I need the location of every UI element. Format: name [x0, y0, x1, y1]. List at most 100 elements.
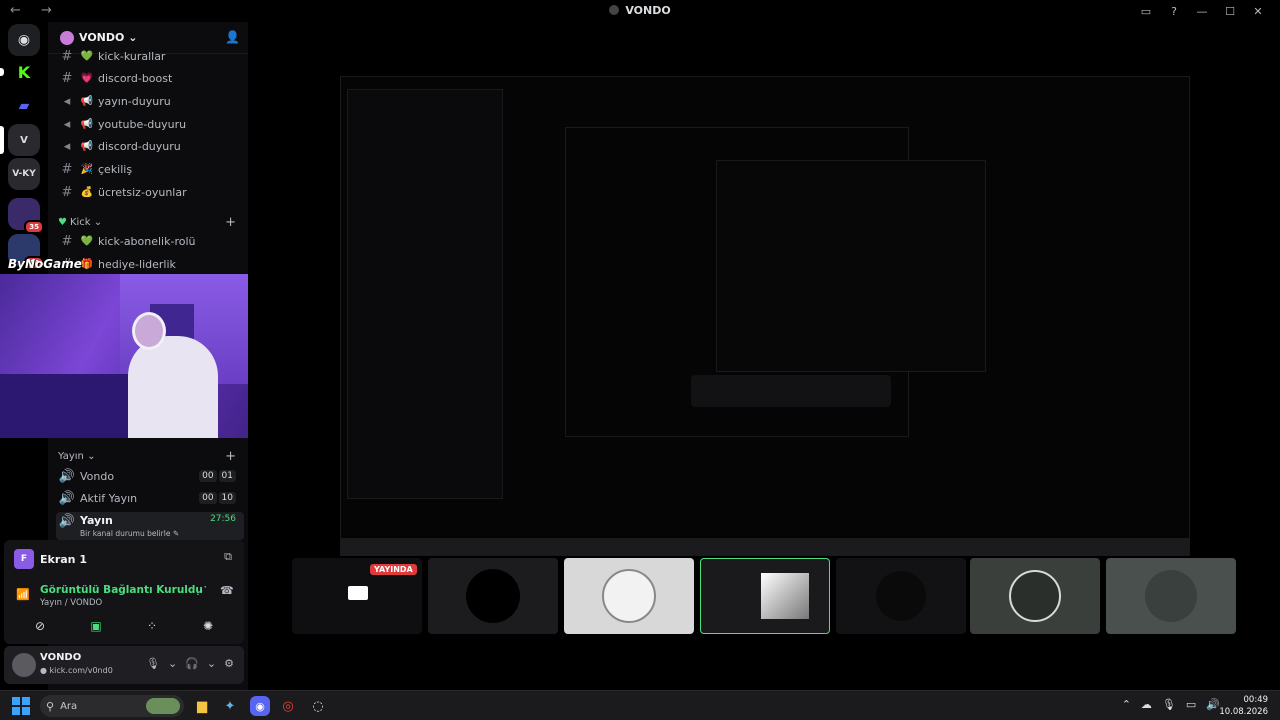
server-kick-icon[interactable]: K: [8, 56, 40, 88]
taskbar: ⚲ Ara ▆ ✦ ◉ ◎ ◌ ⌃ ☁ 🎙 ▭ 🔊 00:49 10.08.20…: [0, 690, 1280, 720]
server-vky-icon[interactable]: V-KY: [8, 158, 40, 190]
cloud-icon[interactable]: ☁: [1141, 698, 1152, 711]
camera-off-icon[interactable]: ⊘: [20, 616, 60, 636]
add-channel-icon[interactable]: +: [225, 215, 236, 230]
stream-tile[interactable]: [1106, 558, 1236, 634]
live-timer: 27:56: [210, 514, 236, 524]
stream-tile[interactable]: [428, 558, 558, 634]
microphone-icon[interactable]: 🎙: [146, 657, 160, 670]
soundboard-icon[interactable]: ✺: [188, 616, 228, 636]
voice-channel[interactable]: 🔊 Aktif Yayın 00 10: [56, 488, 244, 508]
disconnect-icon[interactable]: ☎: [220, 584, 234, 597]
nested-window-3: [716, 160, 986, 372]
user-panel: VONDO ● kick.com/v0nd0 🎙 ⌄ 🎧 ⌄ ⚙: [4, 646, 244, 684]
channel-item[interactable]: # 🎁 hediye-liderlik: [56, 254, 244, 274]
screen-share-icon[interactable]: ▣: [76, 616, 116, 636]
clock[interactable]: 00:49 10.08.2026: [1219, 694, 1268, 718]
channel-item[interactable]: # 🎉 çekiliş: [56, 159, 244, 179]
noise-icon[interactable]: ⋰: [196, 584, 207, 597]
rtc-panel: F Ekran 1 ⧉ 📶 Görüntülü Bağlantı Kuruldu …: [4, 540, 244, 644]
clock-time: 00:49: [1243, 695, 1269, 705]
username: VONDO: [40, 652, 82, 663]
avatar: [876, 571, 926, 621]
volume-icon[interactable]: 🔊: [1206, 698, 1220, 711]
chevron-down-icon[interactable]: ⌄: [207, 657, 216, 670]
hash-icon: #: [61, 161, 73, 177]
stream-tile[interactable]: [564, 558, 694, 634]
windows-start-icon[interactable]: [12, 697, 30, 715]
stream-view[interactable]: YAYINDA: [248, 22, 1280, 690]
stream-tile[interactable]: [836, 558, 966, 634]
stream-tile[interactable]: [970, 558, 1100, 634]
avatar: [1009, 570, 1061, 622]
user-limit: 00 01: [199, 470, 236, 482]
hash-icon: #: [61, 48, 73, 64]
overlay-logo: ByNoGame: [8, 257, 82, 271]
megaphone-icon: ◂: [63, 93, 71, 109]
minimize-icon[interactable]: —: [1188, 3, 1216, 19]
server-vondo-icon[interactable]: V: [8, 124, 40, 156]
webcam-sofa: [0, 374, 130, 438]
server-group-icon[interactable]: 35: [8, 198, 44, 234]
heart-icon: ♥: [58, 216, 67, 228]
network-icon[interactable]: ▭: [1186, 698, 1196, 711]
close-icon[interactable]: ✕: [1244, 3, 1272, 19]
avatar: F: [14, 549, 34, 569]
video-preview: [761, 573, 809, 619]
channel-status[interactable]: Bir kanal durumu belirle ✎: [80, 529, 179, 538]
hash-icon: #: [61, 184, 73, 200]
connection-status: Görüntülü Bağlantı Kuruldu: [40, 584, 203, 596]
add-member-icon[interactable]: 👤: [225, 30, 240, 44]
avatar: [602, 569, 656, 623]
server-pill: [0, 68, 4, 76]
chevron-up-icon[interactable]: ⌃: [1122, 698, 1131, 711]
maximize-icon[interactable]: ☐: [1216, 3, 1244, 19]
chrome-icon[interactable]: ◎: [278, 696, 298, 716]
megaphone-icon: ◂: [63, 138, 71, 154]
channel-item[interactable]: ◂ 📢 youtube-duyuru: [56, 114, 244, 134]
file-explorer-icon[interactable]: ▆: [192, 696, 212, 716]
app-icon[interactable]: ✦: [220, 696, 240, 716]
live-badge: YAYINDA: [370, 564, 417, 575]
nested-tiles: [691, 375, 891, 407]
discord-home-icon[interactable]: ◉: [8, 24, 40, 56]
server-mini-icon: [609, 5, 620, 15]
channel-item[interactable]: # 💚 kick-kurallar: [56, 46, 244, 66]
add-channel-icon[interactable]: +: [225, 449, 236, 464]
window-title-text: VONDO: [625, 4, 671, 17]
speaker-icon: 🔊: [58, 514, 76, 529]
discord-taskbar-icon[interactable]: ◉: [250, 696, 270, 716]
microphone-icon[interactable]: 🎙: [1162, 698, 1176, 711]
channel-item[interactable]: # 💚 kick-abonelik-rolü: [56, 231, 244, 251]
headphones-icon[interactable]: 🎧: [185, 657, 199, 670]
category-yayin[interactable]: Yayın ⌄ +: [58, 448, 242, 464]
server-icon: [60, 30, 74, 45]
folder-icon[interactable]: ▰: [8, 90, 40, 122]
user-status: ● kick.com/v0nd0: [40, 666, 113, 675]
voice-channel-active[interactable]: 🔊 Yayın 27:56 Bir kanal durumu belirle ✎: [56, 512, 244, 540]
help-icon[interactable]: ?: [1160, 3, 1188, 19]
window-title: VONDO: [0, 4, 1280, 17]
channel-item[interactable]: # 💗 discord-boost: [56, 68, 244, 88]
user-controls: 🎙 ⌄ 🎧 ⌄ ⚙: [146, 657, 234, 670]
activity-icon[interactable]: ⁘: [132, 616, 172, 636]
stream-tile[interactable]: YAYINDA: [292, 558, 422, 634]
search-highlight-image: [146, 698, 180, 714]
channel-item[interactable]: # 💰 ücretsiz-oyunlar: [56, 182, 244, 202]
connection-location: Yayın / VONDO: [40, 598, 103, 608]
voice-channel[interactable]: 🔊 Vondo 00 01: [56, 466, 244, 486]
signal-icon[interactable]: 📶: [16, 588, 30, 601]
avatar[interactable]: [12, 653, 36, 677]
popout-icon[interactable]: ⧉: [224, 550, 232, 564]
obs-icon[interactable]: ◌: [308, 696, 328, 716]
gear-icon[interactable]: ⚙: [224, 657, 234, 670]
mention-badge: 35: [24, 220, 44, 234]
inbox-icon[interactable]: ▭: [1132, 3, 1160, 19]
stream-tile-selected[interactable]: [700, 558, 830, 634]
taskbar-search[interactable]: ⚲ Ara: [40, 695, 184, 717]
channel-item[interactable]: ◂ 📢 discord-duyuru: [56, 136, 244, 156]
screen-icon: [348, 586, 368, 600]
category-kick[interactable]: ♥ Kick ⌄ +: [58, 214, 242, 230]
chevron-down-icon[interactable]: ⌄: [168, 657, 177, 670]
channel-item[interactable]: ◂ 📢 yayın-duyuru: [56, 91, 244, 111]
